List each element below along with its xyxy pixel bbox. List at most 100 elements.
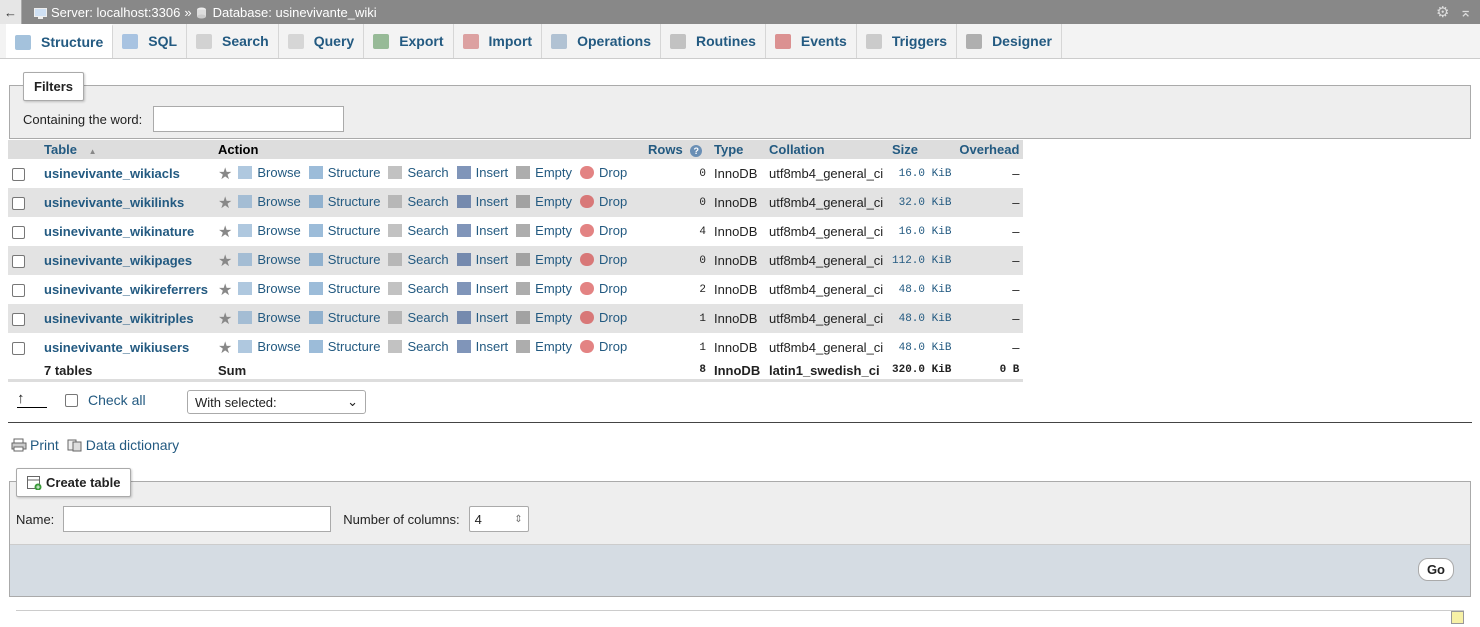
tab-routines[interactable]: Routines xyxy=(661,24,766,58)
header-type[interactable]: Type xyxy=(710,140,765,159)
empty-link[interactable]: Empty xyxy=(516,252,572,267)
drop-link[interactable]: Drop xyxy=(580,223,627,238)
tab-designer[interactable]: Designer xyxy=(957,24,1062,58)
row-checkbox[interactable] xyxy=(12,197,25,211)
tab-events[interactable]: Events xyxy=(766,24,857,58)
search-link[interactable]: Search xyxy=(388,223,449,238)
table-name-link[interactable]: usinevivante_wikinature xyxy=(44,224,194,239)
table-name-link[interactable]: usinevivante_wikitriples xyxy=(44,311,194,326)
row-checkbox[interactable] xyxy=(12,342,25,356)
tab-query[interactable]: Query xyxy=(279,24,365,58)
tab-triggers[interactable]: Triggers xyxy=(857,24,958,58)
size-cell[interactable]: 16.0 KiB xyxy=(888,217,956,246)
drop-link[interactable]: Drop xyxy=(580,310,627,325)
check-all-checkbox[interactable] xyxy=(65,393,78,407)
tab-operations[interactable]: Operations xyxy=(542,24,661,58)
search-link[interactable]: Search xyxy=(388,310,449,325)
print-link[interactable]: Print xyxy=(30,437,59,453)
drop-link[interactable]: Drop xyxy=(580,281,627,296)
collapse-icon[interactable]: ⌅ xyxy=(1459,3,1472,21)
tab-search[interactable]: Search xyxy=(187,24,279,58)
drop-link[interactable]: Drop xyxy=(580,339,627,354)
row-checkbox[interactable] xyxy=(12,284,25,298)
star-icon[interactable]: ★ xyxy=(218,166,232,183)
size-cell[interactable]: 48.0 KiB xyxy=(888,333,956,362)
insert-link[interactable]: Insert xyxy=(456,165,508,180)
browse-link[interactable]: Browse xyxy=(238,339,301,354)
drop-link[interactable]: Drop xyxy=(580,252,627,267)
console-toggle-icon[interactable] xyxy=(1451,611,1464,624)
empty-link[interactable]: Empty xyxy=(516,223,572,238)
gear-icon[interactable]: ⚙ xyxy=(1436,3,1449,21)
browse-link[interactable]: Browse xyxy=(238,252,301,267)
row-checkbox[interactable] xyxy=(12,168,25,182)
structure-link[interactable]: Structure xyxy=(308,165,380,180)
drop-link[interactable]: Drop xyxy=(580,165,627,180)
structure-link[interactable]: Structure xyxy=(308,339,380,354)
tab-structure[interactable]: Structure xyxy=(6,24,114,58)
size-cell[interactable]: 112.0 KiB xyxy=(888,246,956,275)
star-icon[interactable]: ★ xyxy=(218,282,232,299)
header-rows[interactable]: Rows ? xyxy=(644,140,710,159)
browse-link[interactable]: Browse xyxy=(238,281,301,296)
browse-link[interactable]: Browse xyxy=(238,165,301,180)
table-name-link[interactable]: usinevivante_wikipages xyxy=(44,253,192,268)
table-name-link[interactable]: usinevivante_wikireferrers xyxy=(44,282,208,297)
tab-sql[interactable]: SQL xyxy=(113,24,188,58)
structure-link[interactable]: Structure xyxy=(308,194,380,209)
search-link[interactable]: Search xyxy=(388,281,449,296)
structure-link[interactable]: Structure xyxy=(308,310,380,325)
empty-link[interactable]: Empty xyxy=(516,165,572,180)
star-icon[interactable]: ★ xyxy=(218,253,232,270)
search-link[interactable]: Search xyxy=(388,252,449,267)
with-selected-select[interactable]: With selected: ⌄ xyxy=(187,390,366,414)
columns-stepper[interactable]: 4 ⇕ xyxy=(468,506,529,532)
star-icon[interactable]: ★ xyxy=(218,311,232,328)
header-overhead[interactable]: Overhead xyxy=(955,140,1024,159)
empty-link[interactable]: Empty xyxy=(516,310,572,325)
insert-link[interactable]: Insert xyxy=(456,281,508,296)
go-button[interactable]: Go xyxy=(1417,558,1454,581)
search-link[interactable]: Search xyxy=(388,165,449,180)
table-name-link[interactable]: usinevivante_wikiusers xyxy=(44,340,189,355)
star-icon[interactable]: ★ xyxy=(218,224,232,241)
tab-import[interactable]: Import xyxy=(454,24,543,58)
back-button[interactable]: ← xyxy=(0,0,22,24)
empty-link[interactable]: Empty xyxy=(516,281,572,296)
insert-link[interactable]: Insert xyxy=(456,223,508,238)
size-cell[interactable]: 48.0 KiB xyxy=(888,275,956,304)
data-dictionary-link[interactable]: Data dictionary xyxy=(86,437,179,453)
star-icon[interactable]: ★ xyxy=(218,195,232,212)
table-name-link[interactable]: usinevivante_wikilinks xyxy=(44,195,184,210)
table-name-input[interactable] xyxy=(63,506,332,532)
browse-link[interactable]: Browse xyxy=(238,310,301,325)
breadcrumb-database[interactable]: Database: usinevivante_wiki xyxy=(213,5,377,20)
browse-link[interactable]: Browse xyxy=(238,223,301,238)
filter-input[interactable] xyxy=(153,106,344,132)
size-cell[interactable]: 32.0 KiB xyxy=(888,188,956,217)
insert-link[interactable]: Insert xyxy=(456,310,508,325)
header-table[interactable]: Table ▲ xyxy=(40,140,214,159)
structure-link[interactable]: Structure xyxy=(308,281,380,296)
spinner-icon[interactable]: ⇕ xyxy=(514,514,522,525)
row-checkbox[interactable] xyxy=(12,255,25,269)
header-size[interactable]: Size xyxy=(888,140,956,159)
structure-link[interactable]: Structure xyxy=(308,223,380,238)
size-cell[interactable]: 16.0 KiB xyxy=(888,159,956,188)
row-checkbox[interactable] xyxy=(12,226,25,240)
size-cell[interactable]: 48.0 KiB xyxy=(888,304,956,333)
drop-link[interactable]: Drop xyxy=(580,194,627,209)
star-icon[interactable]: ★ xyxy=(218,340,232,357)
insert-link[interactable]: Insert xyxy=(456,339,508,354)
breadcrumb-server[interactable]: Server: localhost:3306 xyxy=(51,5,180,20)
insert-link[interactable]: Insert xyxy=(456,194,508,209)
header-collation[interactable]: Collation xyxy=(765,140,888,159)
insert-link[interactable]: Insert xyxy=(456,252,508,267)
search-link[interactable]: Search xyxy=(388,339,449,354)
browse-link[interactable]: Browse xyxy=(238,194,301,209)
table-name-link[interactable]: usinevivante_wikiacls xyxy=(44,166,180,181)
search-link[interactable]: Search xyxy=(388,194,449,209)
help-icon[interactable]: ? xyxy=(690,145,703,157)
tab-export[interactable]: Export xyxy=(364,24,454,58)
check-all-label[interactable]: Check all xyxy=(88,392,146,408)
